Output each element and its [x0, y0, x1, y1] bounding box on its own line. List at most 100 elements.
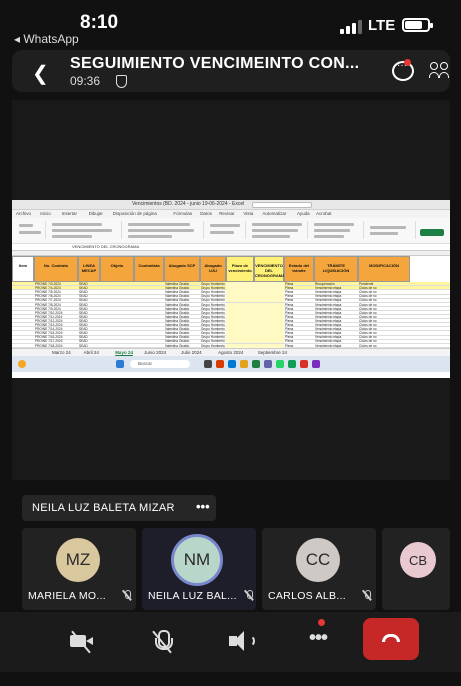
app-icon: [228, 360, 236, 368]
column-header-cell: VENCIMIENTO DEL CRONOGRAMA: [254, 256, 285, 282]
presenter-label[interactable]: NEILA LUZ BALETA MIZAR •••: [22, 495, 216, 521]
sheet-tab: Abril 24: [83, 350, 99, 355]
column-header-cell: LINEA MECAP: [78, 256, 100, 282]
column-header-cell: Item: [12, 256, 34, 282]
app-icon: [264, 360, 272, 368]
app-icon: [288, 360, 296, 368]
network-type: LTE: [368, 17, 396, 34]
app-icon: [312, 360, 320, 368]
mic-off-icon: [244, 590, 254, 601]
excel-ribbon: [12, 218, 450, 244]
avatar: CB: [400, 542, 436, 578]
sheet-tab: Junio 2024: [144, 350, 167, 355]
call-timer: 09:36: [70, 74, 101, 88]
weather-icon: [18, 360, 26, 368]
participants-icon[interactable]: [428, 60, 450, 80]
back-arrow-icon[interactable]: ❮: [32, 61, 49, 86]
signal-icon: [340, 20, 362, 34]
meeting-title: SEGUIMIENTO VENCIMEINTO CON...: [70, 55, 360, 72]
column-header-cell: Contratista: [134, 256, 164, 282]
table-cell: Valentina Giraldo: [165, 343, 190, 348]
sheet-tab: Agosto 2024: [218, 350, 244, 355]
notification-dot: [318, 619, 325, 626]
participant-name: NEILA LUZ BAL...: [148, 590, 237, 602]
shared-screen: Vencimientos (BD. 2024 - junio 19-06-202…: [12, 100, 450, 480]
excel-tab: Disposición de página: [112, 211, 157, 216]
call-header: ❮ SEGUIMIENTO VENCIMEINTO CON... 09:36: [12, 50, 450, 92]
start-icon: [116, 360, 124, 368]
formula-text: VENCIMIENTO DEL CRONOGRAMA: [72, 244, 140, 249]
more-button[interactable]: •••: [302, 626, 334, 656]
excel-tab: Dibujar: [88, 211, 103, 216]
excel-tab: Automatizar: [262, 211, 287, 216]
spreadsheet-grid: Item No. Contrato LINEA MECAP Objeto Contrat…: [12, 256, 450, 348]
app-icon: [204, 360, 212, 368]
more-options-icon[interactable]: •••: [196, 499, 210, 514]
taskbar-search: Buscar: [130, 360, 190, 368]
app-icon: [252, 360, 260, 368]
table-cell: Vencimiento etapa: [315, 343, 342, 348]
status-bar: 8:10 ◂ WhatsApp LTE: [0, 0, 461, 48]
more-icon: •••: [308, 626, 328, 649]
excel-tab: Acrobat: [316, 211, 332, 216]
column-header-cell: Abogado SCP: [164, 256, 200, 282]
participant-tile[interactable]: MZ MARIELA MO...: [22, 528, 136, 610]
table-cell: SEAD: [79, 343, 88, 348]
sheet-tab: Septiembre 24: [257, 350, 288, 355]
sheet-tab: Julio 2024: [181, 350, 202, 355]
excel-tab: Vista: [243, 211, 254, 216]
app-icon: [300, 360, 308, 368]
notification-dot: [404, 59, 411, 66]
excel-tab: Insertar: [61, 211, 78, 216]
participant-tile[interactable]: NM NEILA LUZ BAL...: [142, 528, 256, 610]
mic-off-icon[interactable]: [146, 626, 178, 656]
participant-name: CARLOS ALB...: [268, 590, 347, 602]
table-cell: Grupo Humberto: [201, 343, 225, 348]
avatar: CC: [296, 538, 340, 582]
table-cell: PROINE 7/18-2024: [35, 343, 63, 348]
hang-up-button[interactable]: [363, 618, 419, 660]
avatar: MZ: [56, 538, 100, 582]
excel-title: Vencimientos (BD. 2024 - junio 19-06-202…: [132, 201, 245, 207]
home-indicator: [0, 672, 461, 686]
excel-titlebar: Vencimientos (BD. 2024 - junio 19-06-202…: [12, 200, 450, 210]
participant-tile[interactable]: CB: [382, 528, 450, 610]
app-icon: [276, 360, 284, 368]
column-header-cell: Plazo de vencimiento: [226, 256, 254, 282]
column-header-cell: Objeto: [100, 256, 134, 282]
app-icon: [216, 360, 224, 368]
excel-tab: Revisar: [219, 211, 235, 216]
column-header-cell: TRÁMITE LIQUIDACIÓN: [314, 256, 358, 282]
back-to-app-link[interactable]: ◂ WhatsApp: [14, 32, 79, 46]
speaker-icon[interactable]: [224, 626, 256, 656]
mic-off-icon: [122, 590, 132, 601]
excel-window: Vencimientos (BD. 2024 - junio 19-06-202…: [12, 200, 450, 378]
share-button: [420, 229, 444, 236]
excel-ribbon-tabs: Archivo Inicio Insertar Dibujar Disposición …: [12, 210, 450, 218]
excel-tab: Ayuda: [297, 211, 310, 216]
clock: 8:10: [80, 12, 119, 33]
battery-icon: [402, 18, 433, 32]
formula-bar: VENCIMIENTO DEL CRONOGRAMA: [12, 244, 450, 251]
shield-icon: [116, 75, 127, 88]
excel-search-input: [252, 202, 312, 208]
table-cell: Ciclos de no: [359, 343, 377, 348]
sheet-tabs: Marzo 24 Abril 24 Mayo 24 Junio 2024 Julio 2…: [12, 348, 450, 356]
sheet-tab: Marzo 24: [52, 350, 71, 355]
column-header-cell: Abogado UJU: [200, 256, 226, 282]
avatar: NM: [171, 534, 223, 586]
excel-tab: Fórmulas: [173, 211, 193, 216]
participant-name: MARIELA MO...: [28, 590, 106, 602]
participant-tile[interactable]: CC CARLOS ALB...: [262, 528, 376, 610]
excel-tab: Archivo: [16, 211, 32, 216]
app-icon: [240, 360, 248, 368]
mic-off-icon: [362, 590, 372, 601]
column-header-cell: No. Contrato: [34, 256, 78, 282]
chat-icon[interactable]: [392, 60, 414, 81]
table-cell: Plena: [285, 343, 294, 348]
camera-off-icon[interactable]: [66, 626, 98, 656]
column-header-cell: MODIFICACIÓN: [358, 256, 410, 282]
excel-tab: Inicio: [40, 211, 51, 216]
excel-tab: Datos: [200, 211, 212, 216]
windows-taskbar: Buscar: [12, 356, 450, 372]
